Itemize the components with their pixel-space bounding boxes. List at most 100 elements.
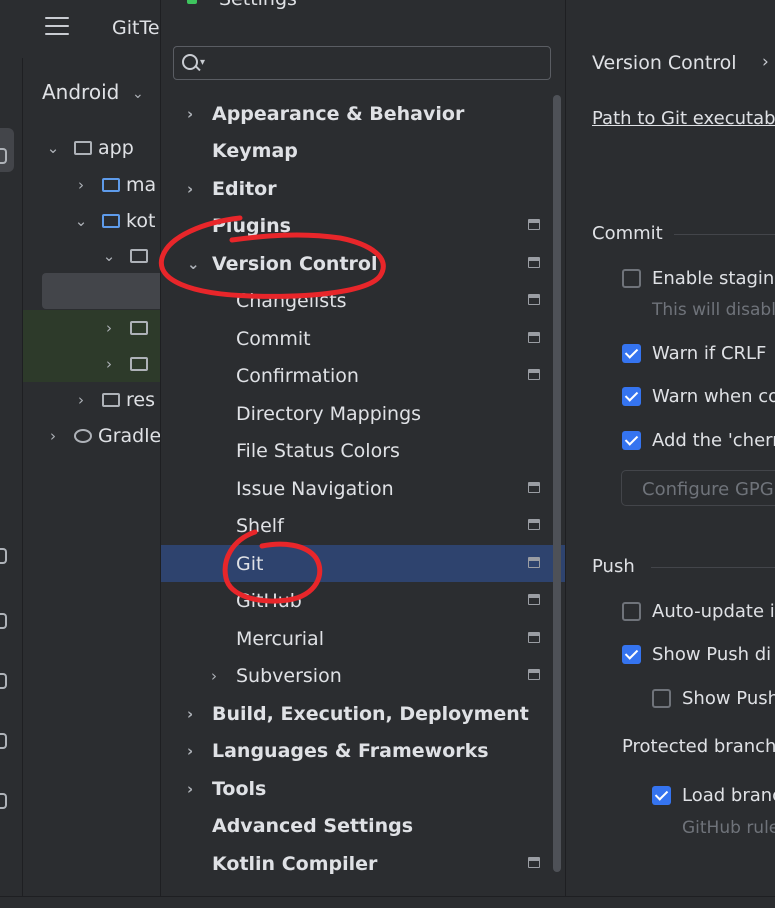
commit-icon[interactable]: [0, 148, 7, 164]
project-level-icon: [528, 632, 540, 643]
project-level-icon: [528, 332, 540, 343]
chevron-right-icon[interactable]: ›: [187, 705, 193, 723]
tree-node-gradle[interactable]: › Gradle: [42, 418, 161, 454]
nav-kotlin-compiler[interactable]: Kotlin Compiler: [161, 845, 565, 882]
show-push-sub-checkbox[interactable]: [652, 689, 671, 708]
nav-languages-frameworks[interactable]: › Languages & Frameworks: [161, 732, 565, 769]
tree-node[interactable]: › res: [70, 382, 155, 418]
nav-tools[interactable]: › Tools: [161, 770, 565, 807]
nav-label: Git: [236, 552, 264, 575]
chevron-right-icon[interactable]: ›: [70, 391, 92, 409]
chevron-down-icon[interactable]: ⌄: [42, 139, 64, 157]
project-level-icon: [528, 857, 540, 868]
tool-window-strip: [0, 58, 23, 907]
tree-node-app[interactable]: ⌄ app: [42, 130, 134, 166]
warn-crlf-checkbox[interactable]: [622, 344, 641, 363]
status-bar: [0, 896, 775, 908]
search-input[interactable]: [214, 51, 548, 77]
push-section-title: Push: [592, 556, 635, 577]
problems-icon[interactable]: [0, 673, 7, 689]
tree-node[interactable]: ›: [98, 310, 154, 346]
github-rules-hint: GitHub rule: [682, 818, 775, 838]
device-icon[interactable]: [0, 793, 7, 809]
nav-git[interactable]: Git: [161, 545, 565, 582]
nav-advanced-settings[interactable]: Advanced Settings: [161, 807, 565, 844]
nav-issue-navigation[interactable]: Issue Navigation: [161, 470, 565, 507]
enable-staging-label: Enable stagin: [652, 268, 775, 289]
configure-gpg-button[interactable]: Configure GPG: [621, 470, 775, 506]
chevron-right-icon[interactable]: ›: [98, 355, 120, 373]
nav-scrollbar[interactable]: [553, 95, 561, 872]
nav-plugins[interactable]: Plugins: [161, 207, 565, 244]
chevron-down-icon[interactable]: ⌄: [132, 86, 144, 102]
add-cherry-pick-checkbox[interactable]: [622, 431, 641, 450]
nav-shelf[interactable]: Shelf: [161, 507, 565, 544]
project-level-icon: [528, 482, 540, 493]
tree-node[interactable]: ⌄ kot: [70, 203, 156, 239]
chevron-down-icon[interactable]: ⌄: [70, 212, 92, 230]
app-logo-icon: [187, 0, 197, 4]
chevron-right-icon[interactable]: ›: [211, 667, 217, 685]
nav-commit[interactable]: Commit: [161, 320, 565, 357]
section-divider: [651, 567, 775, 568]
tree-node[interactable]: › ma: [70, 167, 156, 203]
tree-node[interactable]: ⌄: [98, 238, 154, 274]
project-level-icon: [528, 369, 540, 380]
nav-keymap[interactable]: Keymap: [161, 132, 565, 169]
nav-build-execution-deployment[interactable]: › Build, Execution, Deployment: [161, 695, 565, 732]
nav-appearance-behavior[interactable]: › Appearance & Behavior: [161, 95, 565, 132]
main-menu-icon[interactable]: [45, 17, 69, 39]
run-icon[interactable]: [0, 548, 7, 564]
nav-github[interactable]: GitHub: [161, 582, 565, 619]
settings-search[interactable]: ▾: [173, 46, 551, 80]
chevron-right-icon[interactable]: ›: [187, 742, 193, 760]
nav-editor[interactable]: › Editor: [161, 170, 565, 207]
project-level-icon: [528, 594, 540, 605]
chevron-right-icon[interactable]: ›: [187, 105, 193, 123]
chevron-right-icon[interactable]: ›: [187, 180, 193, 198]
settings-dialog: Settings ▾ › Appearance & Behavior Keyma…: [160, 0, 775, 907]
tree-selection: [42, 273, 160, 309]
enable-staging-hint: This will disable: [652, 300, 775, 320]
nav-label: Mercurial: [236, 627, 324, 650]
enable-staging-checkbox[interactable]: [622, 269, 641, 288]
nav-label: GitHub: [236, 589, 302, 612]
package-icon: [130, 321, 148, 335]
nav-mercurial[interactable]: Mercurial: [161, 620, 565, 657]
tree-node[interactable]: ›: [98, 346, 154, 382]
chevron-right-icon[interactable]: ›: [187, 780, 193, 798]
auto-update-label: Auto-update i: [652, 601, 775, 622]
project-level-icon: [528, 294, 540, 305]
auto-update-checkbox[interactable]: [622, 602, 641, 621]
project-name[interactable]: GitTe: [112, 17, 160, 39]
chevron-right-icon[interactable]: ›: [70, 176, 92, 194]
terminal-icon[interactable]: [0, 613, 7, 629]
nav-confirmation[interactable]: Confirmation: [161, 357, 565, 394]
breadcrumb[interactable]: Version Control: [592, 52, 737, 74]
search-icon: [182, 54, 198, 70]
nav-file-status-colors[interactable]: File Status Colors: [161, 432, 565, 469]
tree-node-label: Gradle: [98, 425, 162, 447]
tree-node-label: ma: [126, 174, 157, 196]
nav-subversion[interactable]: › Subversion: [161, 657, 565, 694]
panel-view-selector[interactable]: Android: [42, 80, 119, 104]
show-push-dialog-label: Show Push di: [652, 644, 772, 665]
chevron-down-icon[interactable]: ⌄: [98, 247, 120, 265]
nav-changelists[interactable]: Changelists: [161, 282, 565, 319]
load-branch-checkbox[interactable]: [652, 786, 671, 805]
nav-label: Build, Execution, Deployment: [212, 702, 529, 725]
nav-label: Confirmation: [236, 364, 359, 387]
nav-label: Editor: [212, 177, 277, 200]
git-path-label: Path to Git executab: [592, 108, 775, 129]
search-history-icon[interactable]: ▾: [200, 57, 205, 68]
nav-label: Commit: [236, 327, 311, 350]
nav-directory-mappings[interactable]: Directory Mappings: [161, 395, 565, 432]
show-push-dialog-checkbox[interactable]: [622, 645, 641, 664]
nav-version-control[interactable]: ⌄ Version Control: [161, 245, 565, 282]
git-icon[interactable]: [0, 733, 7, 749]
nav-label: Languages & Frameworks: [212, 739, 489, 762]
warn-when-checkbox[interactable]: [622, 387, 641, 406]
chevron-right-icon[interactable]: ›: [42, 427, 64, 445]
chevron-down-icon[interactable]: ⌄: [187, 255, 200, 273]
chevron-right-icon[interactable]: ›: [98, 319, 120, 337]
